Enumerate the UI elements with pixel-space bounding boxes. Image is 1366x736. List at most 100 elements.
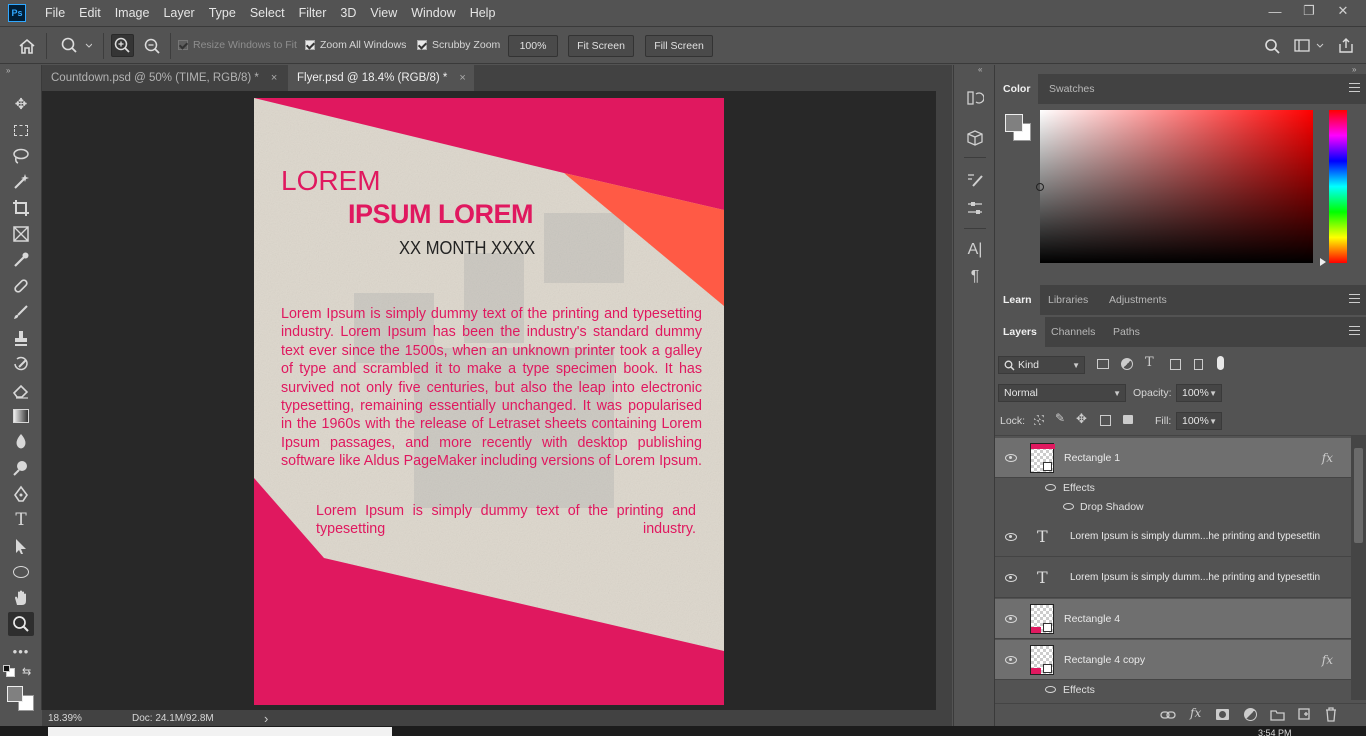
- marquee-tool-icon[interactable]: [8, 118, 34, 142]
- search-icon[interactable]: [1264, 38, 1282, 56]
- color-field[interactable]: [1036, 110, 1313, 263]
- panel-menu-icon[interactable]: [1349, 83, 1360, 92]
- collapse-panels-icon[interactable]: »: [1352, 65, 1356, 74]
- filter-toggle[interactable]: [1217, 356, 1224, 370]
- restore-button[interactable]: ❐: [1294, 0, 1324, 22]
- filter-pixel-icon[interactable]: [1097, 359, 1109, 369]
- layers-scroll-thumb[interactable]: [1354, 448, 1363, 543]
- tab-adjustments[interactable]: Adjustments: [1101, 285, 1175, 315]
- blend-mode-select[interactable]: Normal ▼: [998, 384, 1126, 402]
- menu-help[interactable]: Help: [463, 0, 503, 25]
- panel-menu-icon[interactable]: [1349, 294, 1360, 303]
- zoom-out-icon[interactable]: [142, 36, 163, 57]
- fg-color-chip[interactable]: [1005, 114, 1023, 132]
- menu-image[interactable]: Image: [108, 0, 157, 25]
- new-layer-icon[interactable]: [1297, 707, 1311, 721]
- menu-file[interactable]: File: [38, 0, 72, 25]
- zoom-in-button[interactable]: [111, 34, 134, 57]
- tab-learn[interactable]: Learn: [995, 285, 1040, 315]
- layer-row-rectangle-4-copy[interactable]: Rectangle 4 copy fx: [995, 640, 1351, 680]
- close-button[interactable]: ✕: [1328, 0, 1358, 22]
- menu-3d[interactable]: 3D: [333, 0, 363, 25]
- tab-layers[interactable]: Layers: [995, 317, 1045, 347]
- adjustments-panel-icon[interactable]: [964, 197, 986, 219]
- brush-tool-icon[interactable]: [8, 300, 34, 324]
- tab-paths[interactable]: Paths: [1105, 317, 1148, 347]
- gradient-tool-icon[interactable]: [8, 404, 34, 428]
- visibility-eye-icon[interactable]: [1005, 615, 1017, 623]
- menu-type[interactable]: Type: [202, 0, 243, 25]
- drop-shadow-eye-icon[interactable]: [1063, 503, 1074, 510]
- move-tool-icon[interactable]: ✥: [8, 92, 34, 116]
- canvas-area[interactable]: LOREM IPSUM LOREM XX MONTH XXXX Lorem Ip…: [42, 91, 936, 710]
- add-mask-icon[interactable]: [1216, 709, 1229, 720]
- panel-menu-icon[interactable]: [1349, 326, 1360, 335]
- tab-countdown[interactable]: Countdown.psd @ 50% (TIME, RGB/8) * ×: [42, 65, 282, 91]
- fx-icon[interactable]: fx: [1322, 451, 1333, 465]
- fill-screen-button[interactable]: Fill Screen: [645, 35, 713, 57]
- collapse-dock-icon[interactable]: «: [978, 65, 982, 74]
- visibility-eye-icon[interactable]: [1005, 533, 1017, 541]
- zoom-level[interactable]: 18.39%: [48, 713, 118, 724]
- tab-channels[interactable]: Channels: [1043, 317, 1103, 347]
- tab-libraries[interactable]: Libraries: [1040, 285, 1096, 315]
- drop-shadow-row[interactable]: Drop Shadow: [995, 497, 1351, 516]
- status-menu-arrow[interactable]: ›: [264, 711, 268, 726]
- collapse-tools-icon[interactable]: »: [6, 66, 10, 75]
- menu-edit[interactable]: Edit: [72, 0, 108, 25]
- paragraph-panel-icon[interactable]: ¶: [964, 266, 986, 288]
- lock-artboard-icon[interactable]: [1100, 415, 1111, 426]
- zoom-all-windows-checkbox[interactable]: Zoom All Windows: [305, 39, 406, 51]
- lock-pixels-icon[interactable]: ✎: [1055, 411, 1065, 425]
- tab-close-icon[interactable]: ×: [459, 72, 465, 84]
- opacity-input[interactable]: 100% ▼: [1176, 384, 1222, 402]
- delete-layer-icon[interactable]: [1324, 707, 1338, 722]
- filter-shape-icon[interactable]: [1170, 359, 1181, 370]
- menu-layer[interactable]: Layer: [156, 0, 201, 25]
- blur-tool-icon[interactable]: [8, 430, 34, 454]
- menu-view[interactable]: View: [363, 0, 404, 25]
- magic-wand-tool-icon[interactable]: [8, 170, 34, 194]
- lock-position-icon[interactable]: ✥: [1076, 411, 1087, 427]
- filter-smart-object-icon[interactable]: [1194, 359, 1203, 370]
- link-layers-icon[interactable]: [1160, 709, 1176, 721]
- horizontal-scrollbar[interactable]: [48, 727, 392, 736]
- crop-tool-icon[interactable]: [8, 196, 34, 220]
- lasso-tool-icon[interactable]: [8, 144, 34, 168]
- frame-tool-icon[interactable]: [8, 222, 34, 246]
- history-panel-icon[interactable]: [964, 87, 986, 109]
- scrubby-zoom-checkbox[interactable]: Scrubby Zoom: [417, 39, 500, 51]
- pen-tool-icon[interactable]: [8, 482, 34, 506]
- layer-row-text-2[interactable]: T Lorem Ipsum is simply dumm...he printi…: [995, 558, 1351, 598]
- zoom-tool-preset-icon[interactable]: [60, 37, 92, 55]
- brushes-panel-icon[interactable]: [964, 169, 986, 191]
- visibility-eye-icon[interactable]: [1005, 574, 1017, 582]
- share-icon[interactable]: [1338, 37, 1354, 55]
- default-colors-icon[interactable]: [3, 665, 15, 677]
- 3d-panel-icon[interactable]: [964, 127, 986, 149]
- fx-icon[interactable]: fx: [1322, 653, 1333, 667]
- workspace-icon[interactable]: [1294, 39, 1326, 55]
- type-tool-icon[interactable]: T: [8, 508, 34, 532]
- home-icon[interactable]: [18, 38, 36, 54]
- menu-filter[interactable]: Filter: [292, 0, 334, 25]
- fill-input[interactable]: 100% ▼: [1176, 412, 1222, 430]
- color-picker-marker[interactable]: [1036, 183, 1044, 191]
- filter-adjustment-icon[interactable]: [1121, 358, 1133, 370]
- new-group-icon[interactable]: [1270, 708, 1285, 721]
- layer-row-rectangle-4[interactable]: Rectangle 4: [995, 599, 1351, 639]
- menu-select[interactable]: Select: [243, 0, 292, 25]
- swap-colors-icon[interactable]: ⇆: [22, 665, 31, 678]
- tab-swatches[interactable]: Swatches: [1041, 74, 1103, 104]
- eyedropper-tool-icon[interactable]: [8, 248, 34, 272]
- new-adjustment-layer-icon[interactable]: [1244, 708, 1257, 721]
- eraser-tool-icon[interactable]: [8, 378, 34, 402]
- visibility-eye-icon[interactable]: [1005, 454, 1017, 462]
- history-brush-tool-icon[interactable]: [8, 352, 34, 376]
- layers-scrollbar[interactable]: [1351, 436, 1366, 700]
- add-layer-style-icon[interactable]: fx: [1190, 706, 1201, 720]
- effects-row[interactable]: Effects: [995, 680, 1351, 699]
- resize-windows-checkbox[interactable]: Resize Windows to Fit: [178, 39, 297, 51]
- vertical-scrollbar[interactable]: [936, 91, 952, 710]
- path-selection-tool-icon[interactable]: [8, 534, 34, 558]
